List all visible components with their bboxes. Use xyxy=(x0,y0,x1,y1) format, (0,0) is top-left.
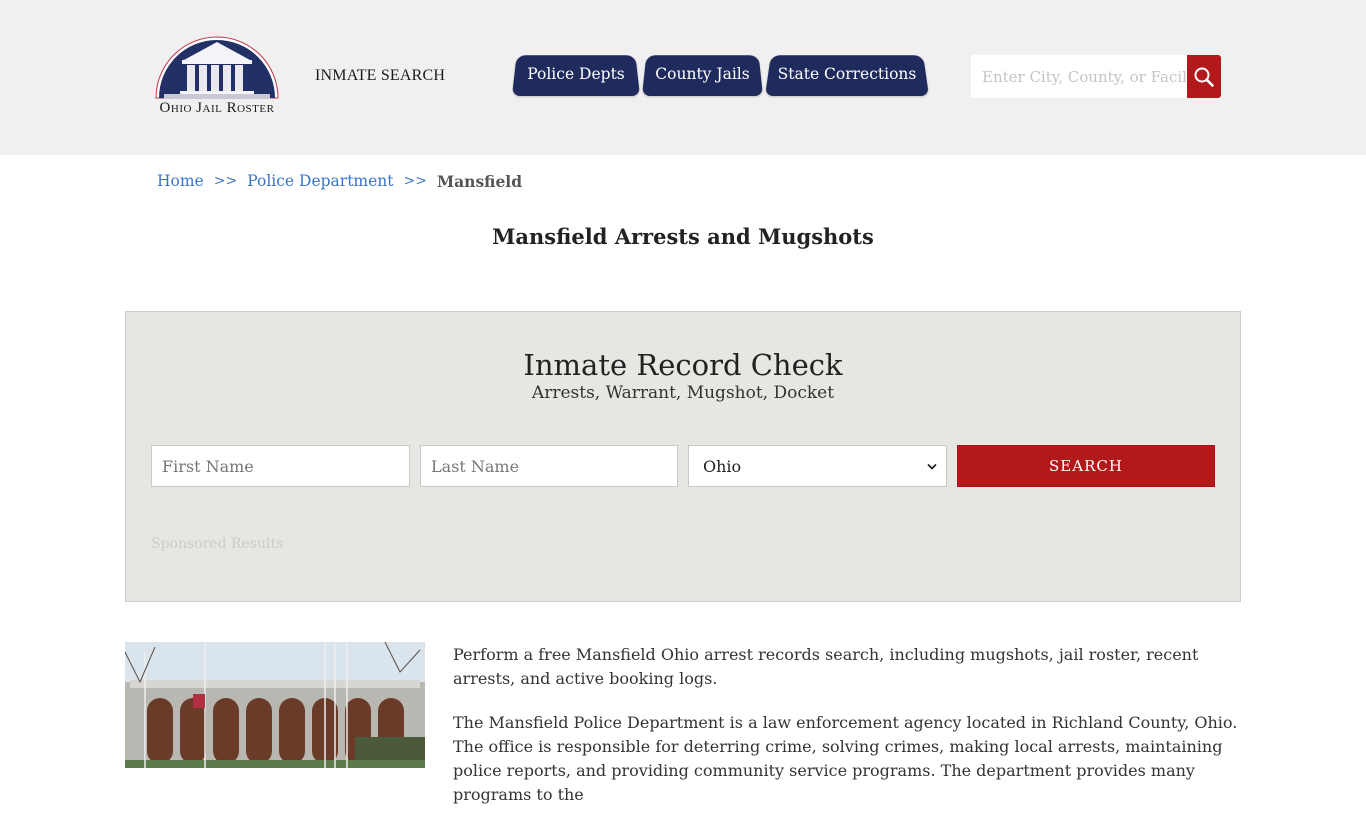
site-search xyxy=(971,55,1221,98)
nav-tab-label: County Jails xyxy=(655,65,750,83)
first-name-input[interactable] xyxy=(151,445,410,487)
chevron-down-icon xyxy=(927,463,937,470)
page-title: Mansfield Arrests and Mugshots xyxy=(492,224,874,249)
nav-tab-label: Police Depts xyxy=(527,65,625,83)
last-name-input[interactable] xyxy=(420,445,678,487)
police-department-photo xyxy=(125,642,425,768)
record-check-title: Inmate Record Check xyxy=(523,348,843,382)
logo-text: Ohio Jail Roster xyxy=(159,100,275,116)
description-paragraph: The Mansfield Police Department is a law… xyxy=(453,713,1238,804)
breadcrumb-current: Mansfield xyxy=(436,172,523,191)
nav-tab-label: State Corrections xyxy=(777,65,917,83)
inmate-record-check-panel: Inmate Record Check Arrests, Warrant, Mu… xyxy=(125,311,1241,602)
site-search-button[interactable] xyxy=(1187,55,1221,98)
record-check-subtitle: Arrests, Warrant, Mugshot, Docket xyxy=(531,383,835,403)
site-logo[interactable]: Ohio Jail Roster xyxy=(146,34,288,122)
nav-tab-police-depts[interactable]: Police Depts xyxy=(512,52,640,96)
site-search-input[interactable] xyxy=(971,55,1187,98)
nav-tab-county-jails[interactable]: County Jails xyxy=(642,52,763,96)
state-select-value: Ohio xyxy=(703,456,742,476)
record-search-button[interactable]: SEARCH xyxy=(957,445,1215,487)
inmate-search-link[interactable]: INMATE SEARCH xyxy=(315,67,445,85)
nav-tab-state-corrections[interactable]: State Corrections xyxy=(765,52,929,96)
building-photo-icon xyxy=(125,642,425,768)
state-select[interactable]: Ohio xyxy=(688,445,947,487)
search-icon xyxy=(1194,67,1214,87)
sponsored-results-label: Sponsored Results xyxy=(151,536,284,552)
breadcrumb-home[interactable]: Home xyxy=(157,172,204,191)
breadcrumb-police-department[interactable]: Police Department xyxy=(247,172,393,191)
breadcrumb-separator: >> xyxy=(213,173,238,189)
main-nav: Police Depts County Jails State Correcti… xyxy=(512,52,931,96)
breadcrumb: Home >> Police Department >> Mansfield xyxy=(157,172,522,191)
breadcrumb-separator: >> xyxy=(403,173,427,189)
site-header: Ohio Jail Roster INMATE SEARCH Police De… xyxy=(0,0,1366,155)
intro-paragraph: Perform a free Mansfield Ohio arrest rec… xyxy=(453,645,1199,688)
page-content: Perform a free Mansfield Ohio arrest rec… xyxy=(453,643,1243,827)
courthouse-logo-icon xyxy=(155,36,279,99)
